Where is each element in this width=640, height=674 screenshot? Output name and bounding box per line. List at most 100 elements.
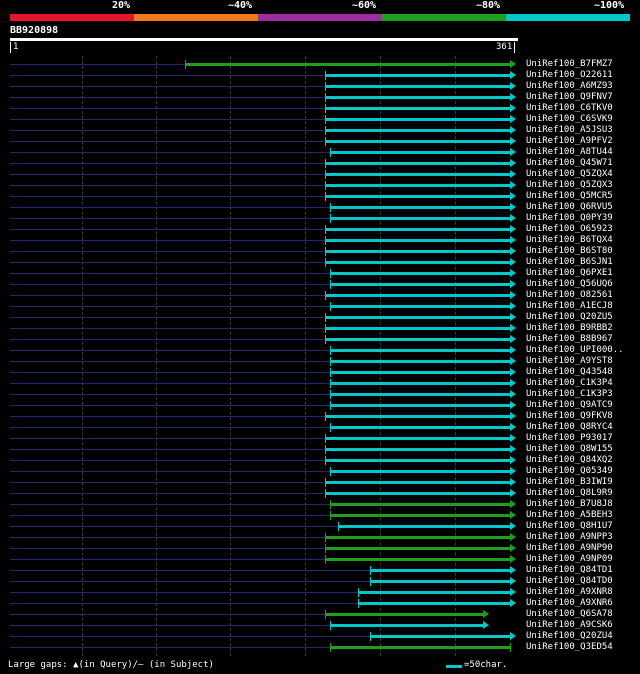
hit-label[interactable]: UniRef100_Q84TD1 (526, 565, 613, 576)
hit-label[interactable]: UniRef100_A9CSK6 (526, 620, 613, 631)
hit-row[interactable]: UniRef100_Q20ZU4 (0, 631, 640, 642)
hit-label[interactable]: UniRef100_A9NP09 (526, 554, 613, 565)
hit-row[interactable]: UniRef100_A6MZ93 (0, 81, 640, 92)
hit-label[interactable]: UniRef100_A5BEH3 (526, 510, 613, 521)
hit-label[interactable]: UniRef100_Q6RVU5 (526, 202, 613, 213)
hit-row[interactable]: UniRef100_A9NP09 (0, 554, 640, 565)
hit-label[interactable]: UniRef100_Q9ATC9 (526, 400, 613, 411)
hit-row[interactable]: UniRef100_Q9FKV8 (0, 411, 640, 422)
hit-label[interactable]: UniRef100_UPI000.. (526, 345, 624, 356)
hit-label[interactable]: UniRef100_Q56UQ6 (526, 279, 613, 290)
hit-label[interactable]: UniRef100_Q84XQ2 (526, 455, 613, 466)
hit-label[interactable]: UniRef100_Q5ZQX3 (526, 180, 613, 191)
hit-row[interactable]: UniRef100_Q84TD0 (0, 576, 640, 587)
hit-row[interactable]: UniRef100_A5JSU3 (0, 125, 640, 136)
hit-label[interactable]: UniRef100_Q45W71 (526, 158, 613, 169)
hit-row[interactable]: UniRef100_Q84XQ2 (0, 455, 640, 466)
hit-row[interactable]: UniRef100_A8TU44 (0, 147, 640, 158)
hit-row[interactable]: UniRef100_UPI000.. (0, 345, 640, 356)
hit-label[interactable]: UniRef100_A9XNR8 (526, 587, 613, 598)
hit-label[interactable]: UniRef100_Q5ZQX4 (526, 169, 613, 180)
hit-row[interactable]: UniRef100_Q05349 (0, 466, 640, 477)
hit-row[interactable]: UniRef100_A5BEH3 (0, 510, 640, 521)
hit-label[interactable]: UniRef100_B6SJN1 (526, 257, 613, 268)
hit-row[interactable]: UniRef100_Q3ED54 (0, 642, 640, 653)
hit-row[interactable]: UniRef100_A9CSK6 (0, 620, 640, 631)
hit-label[interactable]: UniRef100_Q6SA78 (526, 609, 613, 620)
hit-row[interactable]: UniRef100_Q45W71 (0, 158, 640, 169)
hit-row[interactable]: UniRef100_Q8L9R9 (0, 488, 640, 499)
hit-row[interactable]: UniRef100_O65923 (0, 224, 640, 235)
hit-row[interactable]: UniRef100_Q9ATC9 (0, 400, 640, 411)
hit-row[interactable]: UniRef100_C6SVK9 (0, 114, 640, 125)
hit-label[interactable]: UniRef100_O82561 (526, 290, 613, 301)
hit-label[interactable]: UniRef100_C1K3P3 (526, 389, 613, 400)
hit-row[interactable]: UniRef100_Q5ZQX3 (0, 180, 640, 191)
hit-row[interactable]: UniRef100_B7FMZ7 (0, 59, 640, 70)
hit-label[interactable]: UniRef100_O65923 (526, 224, 613, 235)
hit-label[interactable]: UniRef100_Q8W155 (526, 444, 613, 455)
hit-label[interactable]: UniRef100_A9XNR6 (526, 598, 613, 609)
hit-label[interactable]: UniRef100_Q43548 (526, 367, 613, 378)
hit-row[interactable]: UniRef100_C1K3P3 (0, 389, 640, 400)
hit-row[interactable]: UniRef100_Q5MCR5 (0, 191, 640, 202)
hit-row[interactable]: UniRef100_Q43548 (0, 367, 640, 378)
hit-row[interactable]: UniRef100_Q20ZU5 (0, 312, 640, 323)
hit-label[interactable]: UniRef100_P93017 (526, 433, 613, 444)
hit-label[interactable]: UniRef100_A8TU44 (526, 147, 613, 158)
hit-row[interactable]: UniRef100_A9YST8 (0, 356, 640, 367)
hit-row[interactable]: UniRef100_Q6PXE1 (0, 268, 640, 279)
hit-label[interactable]: UniRef100_B6TQX4 (526, 235, 613, 246)
hit-label[interactable]: UniRef100_Q84TD0 (526, 576, 613, 587)
hit-row[interactable]: UniRef100_Q5ZQX4 (0, 169, 640, 180)
hit-row[interactable]: UniRef100_Q6RVU5 (0, 202, 640, 213)
hit-label[interactable]: UniRef100_Q9FNV7 (526, 92, 613, 103)
hit-row[interactable]: UniRef100_Q8RYC4 (0, 422, 640, 433)
hit-label[interactable]: UniRef100_Q5MCR5 (526, 191, 613, 202)
hit-label[interactable]: UniRef100_A9NP90 (526, 543, 613, 554)
hit-row[interactable]: UniRef100_O22611 (0, 70, 640, 81)
hit-row[interactable]: UniRef100_Q8H1U7 (0, 521, 640, 532)
hit-row[interactable]: UniRef100_A9XNR8 (0, 587, 640, 598)
hit-label[interactable]: UniRef100_Q20ZU5 (526, 312, 613, 323)
hit-row[interactable]: UniRef100_Q0PY39 (0, 213, 640, 224)
hit-label[interactable]: UniRef100_Q20ZU4 (526, 631, 613, 642)
hit-row[interactable]: UniRef100_B7U8J8 (0, 499, 640, 510)
hit-label[interactable]: UniRef100_A9YST8 (526, 356, 613, 367)
hit-row[interactable]: UniRef100_A9XNR6 (0, 598, 640, 609)
hit-label[interactable]: UniRef100_B8B967 (526, 334, 613, 345)
hit-label[interactable]: UniRef100_Q9FKV8 (526, 411, 613, 422)
hit-row[interactable]: UniRef100_B3IWI9 (0, 477, 640, 488)
hit-label[interactable]: UniRef100_Q0PY39 (526, 213, 613, 224)
hit-label[interactable]: UniRef100_Q8H1U7 (526, 521, 613, 532)
hit-label[interactable]: UniRef100_B6ST80 (526, 246, 613, 257)
hit-label[interactable]: UniRef100_B9RBB2 (526, 323, 613, 334)
hit-label[interactable]: UniRef100_Q05349 (526, 466, 613, 477)
hit-row[interactable]: UniRef100_B6TQX4 (0, 235, 640, 246)
hit-label[interactable]: UniRef100_B7FMZ7 (526, 59, 613, 70)
hit-row[interactable]: UniRef100_A9NPP3 (0, 532, 640, 543)
hit-label[interactable]: UniRef100_B3IWI9 (526, 477, 613, 488)
hit-label[interactable]: UniRef100_A5JSU3 (526, 125, 613, 136)
hit-label[interactable]: UniRef100_Q8RYC4 (526, 422, 613, 433)
hit-label[interactable]: UniRef100_O22611 (526, 70, 613, 81)
hit-label[interactable]: UniRef100_B7U8J8 (526, 499, 613, 510)
hit-row[interactable]: UniRef100_A1ECJ8 (0, 301, 640, 312)
hit-row[interactable]: UniRef100_C1K3P4 (0, 378, 640, 389)
hit-row[interactable]: UniRef100_B8B967 (0, 334, 640, 345)
hit-label[interactable]: UniRef100_C1K3P4 (526, 378, 613, 389)
hit-row[interactable]: UniRef100_B9RBB2 (0, 323, 640, 334)
hit-label[interactable]: UniRef100_C6TKV0 (526, 103, 613, 114)
hit-label[interactable]: UniRef100_A6MZ93 (526, 81, 613, 92)
hit-row[interactable]: UniRef100_O82561 (0, 290, 640, 301)
hit-row[interactable]: UniRef100_B6SJN1 (0, 257, 640, 268)
hit-row[interactable]: UniRef100_B6ST80 (0, 246, 640, 257)
hit-label[interactable]: UniRef100_Q8L9R9 (526, 488, 613, 499)
hit-row[interactable]: UniRef100_A9PFV2 (0, 136, 640, 147)
hit-row[interactable]: UniRef100_Q8W155 (0, 444, 640, 455)
hit-row[interactable]: UniRef100_A9NP90 (0, 543, 640, 554)
hit-row[interactable]: UniRef100_C6TKV0 (0, 103, 640, 114)
hit-row[interactable]: UniRef100_Q84TD1 (0, 565, 640, 576)
hit-label[interactable]: UniRef100_A9NPP3 (526, 532, 613, 543)
hit-row[interactable]: UniRef100_P93017 (0, 433, 640, 444)
